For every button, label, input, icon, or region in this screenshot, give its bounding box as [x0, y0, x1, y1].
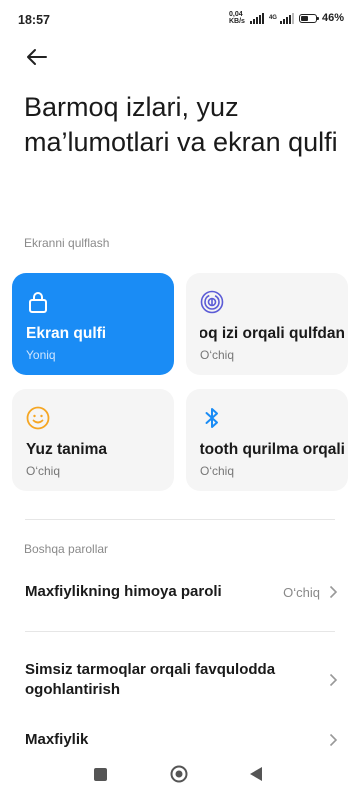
row-divider	[25, 631, 335, 632]
bluetooth-icon	[205, 408, 218, 428]
battery-fill	[300, 15, 309, 21]
row-privacy-password-label: Maxfiylikning himoya paroli	[25, 583, 222, 600]
card-screen-lock[interactable]: Ekran qulfi Yoniq	[12, 273, 174, 375]
system-navigation-bar	[0, 752, 360, 800]
chevron-right-icon	[329, 585, 338, 599]
battery-percent: 46%	[321, 12, 344, 24]
signal-icon-2	[279, 12, 294, 24]
section-other-passwords-label: Boshqa parollar	[24, 542, 109, 556]
status-bar: 18:57 0,04 KB/s 4G 46%	[0, 0, 360, 38]
recents-button[interactable]	[94, 768, 107, 781]
card-face-unlock-state: O‘chiq	[26, 464, 61, 478]
row-privacy-password-value: O‘chiq	[283, 585, 320, 600]
card-fingerprint-name: Barmoq izi orqali qulfdan	[200, 325, 345, 342]
card-face-unlock[interactable]: Yuz tanima O‘chiq	[12, 389, 174, 491]
back-arrow-icon[interactable]	[24, 44, 50, 70]
card-screen-lock-name: Ekran qulfi	[26, 325, 107, 342]
status-time: 18:57	[18, 13, 50, 27]
card-fingerprint-state: O‘chiq	[200, 348, 235, 362]
card-bluetooth-unlock-state: O‘chiq	[200, 464, 235, 478]
chevron-right-icon	[329, 673, 338, 687]
row-privacy-label: Maxfiylik	[25, 731, 89, 748]
net-speed-unit: KB/s	[229, 18, 245, 25]
network-type-icon: 4G	[269, 15, 277, 21]
card-bluetooth-unlock-name: Bluetooth qurilma orqali	[200, 441, 345, 458]
battery-percent-value: 46	[321, 12, 335, 24]
chevron-right-icon	[329, 733, 338, 747]
card-fingerprint[interactable]: Barmoq izi orqali qulfdan O‘chiq	[186, 273, 348, 375]
section-divider	[25, 519, 335, 520]
section-screen-lock-label: Ekranni qulflash	[24, 236, 110, 250]
card-screen-lock-state: Yoniq	[26, 348, 56, 362]
status-icons: 0,04 KB/s 4G 46%	[229, 11, 344, 25]
net-speed-value: 0,04	[229, 11, 243, 18]
row-emergency-alerts[interactable]: Simsiz tarmoqlar orqali favqulodda ogohl…	[0, 650, 360, 710]
card-face-unlock-name: Yuz tanima	[26, 441, 107, 458]
nav-back-button[interactable]	[249, 766, 263, 782]
row-emergency-alerts-label: Simsiz tarmoqlar orqali favqulodda ogohl…	[25, 661, 276, 698]
home-button[interactable]	[170, 765, 188, 783]
signal-icon	[249, 12, 264, 24]
page-title: Barmoq izlari, yuz ma’lumotlari va ekran…	[24, 92, 338, 157]
network-type: 4G	[268, 15, 277, 21]
fingerprint-icon	[200, 290, 224, 314]
card-bluetooth-unlock[interactable]: Bluetooth qurilma orqali O‘chiq	[186, 389, 348, 491]
net-speed: 0,04 KB/s	[229, 11, 245, 25]
lock-icon	[29, 292, 47, 313]
row-privacy-password[interactable]: Maxfiylikning himoya paroli O‘chiq	[0, 570, 360, 614]
face-icon	[26, 406, 50, 430]
battery-icon	[298, 13, 319, 23]
